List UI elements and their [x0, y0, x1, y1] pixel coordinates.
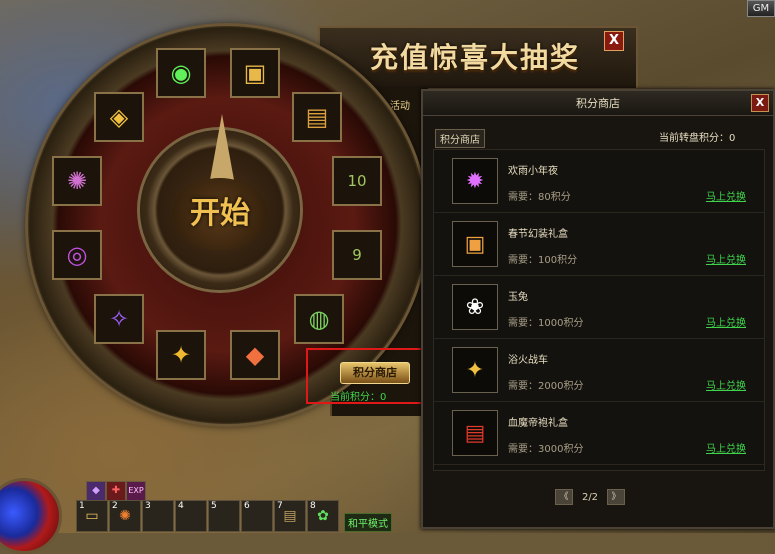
redeem-link[interactable]: 马上兑换	[706, 314, 746, 329]
treasure-chest-icon: ▣	[230, 48, 280, 98]
prev-page-button[interactable]: 《	[555, 489, 573, 505]
points-shop-panel: 积分商店 X 积分商店 当前转盘积分：0 ✹ 欢雨小年夜 需要：80积分 马上兑…	[421, 89, 775, 529]
item-cost: 需要：2000积分	[508, 381, 584, 392]
crystal-gem-icon: ◆	[230, 330, 280, 380]
item-cost: 需要：80积分	[508, 192, 571, 203]
list-item: ▤ 血魔帝袍礼盒 需要：3000积分 马上兑换	[434, 402, 764, 465]
item-name: 欢雨小年夜	[508, 166, 558, 177]
tome-icon: ▤	[283, 508, 297, 524]
skill-hotbar: 1 ▭ 2 ✺ 3 4 5 6 7 ▤ 8 ✿	[76, 500, 339, 532]
jade-disc-icon: ◍	[294, 294, 344, 344]
lottery-close-button[interactable]: X	[604, 31, 624, 51]
gm-button[interactable]: GM	[747, 0, 775, 17]
hotbar-slot[interactable]: 8 ✿	[307, 500, 339, 532]
lottery-title: 充值惊喜大抽奖	[370, 41, 581, 74]
item-name: 玉兔	[508, 292, 528, 303]
list-item: ✹ 欢雨小年夜 需要：80积分 马上兑换	[434, 150, 764, 213]
rage-buff-icon: ✚	[106, 481, 126, 501]
fireworks-icon: ✹	[452, 158, 498, 204]
list-item: ✦ 浴火战车 需要：2000积分 马上兑换	[434, 339, 764, 402]
gift-box-icon: ▣	[452, 221, 498, 267]
stone-9-icon: 9	[332, 230, 382, 280]
golden-box-icon: ◈	[94, 92, 144, 142]
magic-crest-icon: ✺	[52, 156, 102, 206]
wheel-points-info: 当前转盘积分：0	[659, 133, 736, 144]
stone-10-icon: 10	[332, 156, 382, 206]
hotbar-slot[interactable]: 2 ✺	[109, 500, 141, 532]
jade-rabbit-icon: ❀	[452, 284, 498, 330]
item-cost: 需要：3000积分	[508, 444, 584, 455]
hotbar-slot[interactable]: 3	[142, 500, 174, 532]
points-shop-button[interactable]: 积分商店	[340, 362, 410, 384]
item-name: 浴火战车	[508, 355, 548, 366]
redeem-link[interactable]: 马上兑换	[706, 188, 746, 203]
golden-feather-icon: ✦	[156, 330, 206, 380]
current-points: 当前积分：0	[330, 392, 387, 403]
green-orb-icon: ◉	[156, 48, 206, 98]
herb-icon: ✿	[317, 508, 329, 524]
item-cost: 需要：100积分	[508, 255, 578, 266]
redeem-link[interactable]: 马上兑换	[706, 251, 746, 266]
item-name: 血魔帝袍礼盒	[508, 418, 568, 429]
potion-buff-icon: ◆	[86, 481, 106, 501]
chariot-icon: ✦	[452, 347, 498, 393]
skill-icon: ✺	[119, 508, 131, 524]
redeem-link[interactable]: 马上兑换	[706, 440, 746, 455]
hotbar-slot[interactable]: 1 ▭	[76, 500, 108, 532]
hotbar-slot[interactable]: 5	[208, 500, 240, 532]
red-chest-icon: ▤	[452, 410, 498, 456]
activity-label: 活动	[390, 101, 410, 112]
start-button[interactable]: 开始	[172, 178, 268, 250]
tab-points-shop[interactable]: 积分商店	[435, 129, 485, 148]
pagination: 《 2/2 》	[555, 489, 625, 505]
scroll-icon: ▭	[85, 508, 99, 524]
shop-item-list: ✹ 欢雨小年夜 需要：80积分 马上兑换 ▣ 春节幻装礼盒 需要：100积分 马…	[433, 149, 765, 471]
shop-title: 积分商店	[576, 97, 620, 110]
page-indicator: 2/2	[581, 491, 599, 503]
wheel-pointer	[210, 114, 234, 180]
exp-buff-icon: EXP	[126, 481, 146, 501]
locked-chest-icon: ▤	[292, 92, 342, 142]
list-item: ❀ 玉兔 需要：1000积分 马上兑换	[434, 276, 764, 339]
list-item: ▣ 春节幻装礼盒 需要：100积分 马上兑换	[434, 213, 764, 276]
hotbar-slot[interactable]: 6	[241, 500, 273, 532]
comet-icon: ✧	[94, 294, 144, 344]
next-page-button[interactable]: 》	[607, 489, 625, 505]
purple-orb-icon: ◎	[52, 230, 102, 280]
pk-mode-toggle[interactable]: 和平模式	[344, 513, 392, 532]
hotbar-slot[interactable]: 7 ▤	[274, 500, 306, 532]
hotbar-slot[interactable]: 4	[175, 500, 207, 532]
redeem-link[interactable]: 马上兑换	[706, 377, 746, 392]
shop-header: 积分商店 X	[423, 91, 773, 116]
item-name: 春节幻装礼盒	[508, 229, 568, 240]
item-cost: 需要：1000积分	[508, 318, 584, 329]
lottery-header: 充值惊喜大抽奖	[318, 26, 638, 90]
shop-close-button[interactable]: X	[751, 94, 769, 112]
